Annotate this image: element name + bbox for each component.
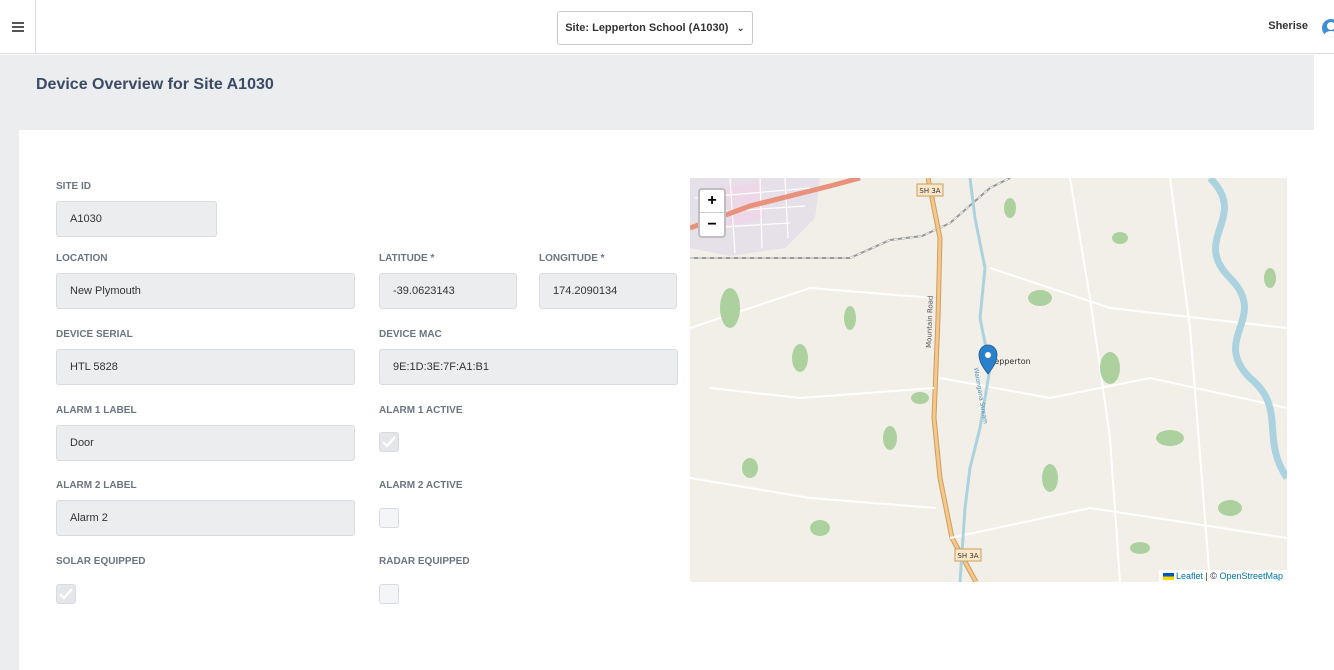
solar-equipped-label: SOLAR EQUIPPED: [56, 556, 146, 567]
alarm1-label-input[interactable]: Door: [56, 425, 355, 461]
alarm1-label-label: ALARM 1 LABEL: [56, 405, 137, 416]
openstreetmap-link[interactable]: OpenStreetMap: [1219, 571, 1283, 581]
checkmark-icon: [382, 436, 396, 448]
site-id-input[interactable]: A1030: [56, 201, 217, 237]
user-name[interactable]: Sherise: [1268, 20, 1308, 32]
map-zoom-control: + −: [698, 188, 726, 238]
map-tiles: SH 3A SH 3A Mountain Road Waiongana Stre…: [690, 178, 1287, 582]
left-gutter: [0, 130, 19, 670]
checkmark-icon: [59, 588, 73, 600]
latitude-input[interactable]: -39.0623143: [379, 273, 517, 309]
device-serial-input[interactable]: HTL 5828: [56, 349, 355, 385]
map-road-name: Mountain Road: [925, 295, 935, 348]
attribution-separator: | ©: [1202, 571, 1220, 581]
alarm2-label-label: ALARM 2 LABEL: [56, 480, 137, 491]
longitude-label: LONGITUDE *: [539, 253, 605, 264]
site-map[interactable]: SH 3A SH 3A Mountain Road Waiongana Stre…: [690, 178, 1287, 582]
user-avatar-icon[interactable]: [1322, 19, 1334, 37]
map-road-shield-top: SH 3A: [919, 187, 940, 195]
alarm2-label-input[interactable]: Alarm 2: [56, 500, 355, 536]
alarm2-active-checkbox[interactable]: [379, 508, 399, 528]
radar-equipped-checkbox[interactable]: [379, 584, 399, 604]
device-mac-input[interactable]: 9E:1D:3E:7F:A1:B1: [379, 349, 678, 385]
page-header: Device Overview for Site A1030: [0, 55, 1314, 130]
location-label: LOCATION: [56, 253, 108, 264]
leaflet-link[interactable]: Leaflet: [1176, 571, 1203, 581]
solar-equipped-checkbox[interactable]: [56, 584, 76, 604]
alarm1-active-label: ALARM 1 ACTIVE: [379, 405, 463, 416]
chevron-down-icon: ⌄: [736, 22, 745, 34]
latitude-label: LATITUDE *: [379, 253, 435, 264]
device-mac-label: DEVICE MAC: [379, 329, 442, 340]
alarm1-active-checkbox[interactable]: [379, 432, 399, 452]
page-title: Device Overview for Site A1030: [36, 76, 274, 93]
ukraine-flag-icon: [1162, 573, 1174, 581]
top-bar: Site: Lepperton School (A1030) ⌄ Sherise: [0, 0, 1334, 54]
location-input[interactable]: New Plymouth: [56, 273, 355, 309]
site-id-label: SITE ID: [56, 181, 92, 192]
site-selector-label: Site: Lepperton School (A1030): [565, 22, 729, 34]
zoom-in-button[interactable]: +: [700, 190, 724, 213]
device-serial-label: DEVICE SERIAL: [56, 329, 133, 340]
hamburger-menu-icon[interactable]: [0, 0, 36, 54]
site-selector[interactable]: Site: Lepperton School (A1030) ⌄: [557, 11, 753, 45]
zoom-out-button[interactable]: −: [700, 213, 724, 236]
alarm2-active-label: ALARM 2 ACTIVE: [379, 480, 463, 491]
radar-equipped-label: RADAR EQUIPPED: [379, 556, 470, 567]
map-road-shield-bottom: SH 3A: [957, 552, 978, 560]
map-attribution: Leaflet | © OpenStreetMap: [1158, 570, 1287, 582]
map-marker-icon[interactable]: [978, 344, 998, 375]
longitude-input[interactable]: 174.2090134: [539, 273, 677, 309]
